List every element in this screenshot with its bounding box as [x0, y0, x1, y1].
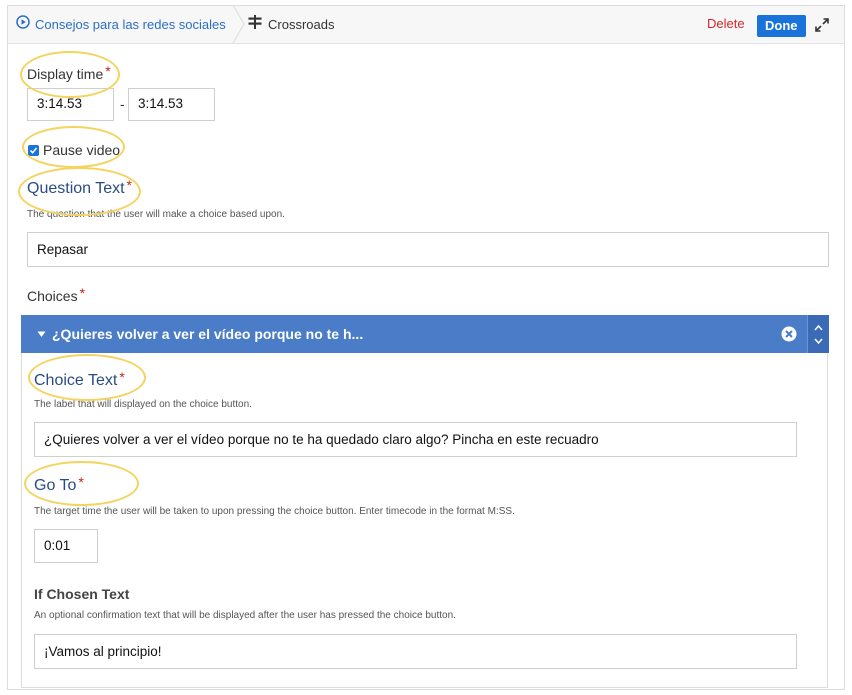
choice-text-description: The label that will displayed on the cho…	[34, 399, 252, 410]
question-text-input[interactable]: Repasar	[27, 232, 829, 267]
required-marker: *	[105, 63, 111, 79]
done-button[interactable]: Done	[757, 15, 806, 37]
breadcrumb-current-label: Crossroads	[268, 17, 335, 32]
breadcrumb-separator	[232, 5, 245, 43]
choice-text-input[interactable]: ¿Quieres volver a ver el vídeo porque no…	[34, 422, 797, 457]
breadcrumb-parent-label[interactable]: Consejos para las redes sociales	[35, 6, 226, 44]
choices-label-text: Choices	[27, 288, 78, 304]
checkbox-checked-icon	[29, 147, 38, 154]
breadcrumb-current: Crossroads	[248, 6, 334, 44]
display-time-label: Display time *	[27, 63, 111, 82]
display-time-label-text: Display time	[27, 66, 104, 82]
pause-video-checkbox[interactable]	[28, 145, 39, 156]
display-time-end-input[interactable]: 3:14.53	[128, 88, 215, 121]
go-to-description: The target time the user will be taken t…	[34, 506, 515, 517]
display-time-start-input[interactable]: 3:14.53	[27, 88, 114, 121]
editor-panel: Consejos para las redes sociales Crossro…	[7, 5, 845, 690]
choice-text-label-text: Choice Text	[34, 372, 118, 389]
choice-item-body: Choice Text * The label that will display…	[21, 353, 828, 688]
top-bar: Consejos para las redes sociales Crossro…	[8, 5, 844, 44]
signpost-icon	[248, 6, 262, 44]
go-to-label: Go To *	[34, 474, 84, 495]
caret-down-icon[interactable]	[37, 331, 46, 338]
choices-label: Choices *	[27, 285, 86, 304]
question-text-label-text: Question Text	[27, 180, 125, 197]
reorder-arrows-icon[interactable]	[807, 315, 829, 353]
required-marker: *	[119, 369, 125, 385]
delete-button[interactable]: Delete	[707, 16, 745, 31]
go-to-input[interactable]: 0:01	[34, 529, 98, 563]
display-time-separator: -	[120, 96, 125, 112]
go-to-label-text: Go To	[34, 477, 77, 494]
if-chosen-text-input[interactable]: ¡Vamos al principio!	[34, 634, 797, 669]
play-circle-icon	[16, 6, 30, 44]
required-marker: *	[79, 285, 86, 301]
choice-item-title-text: ¿Quieres volver a ver el vídeo porque no…	[52, 326, 364, 342]
question-text-description: The question that the user will make a c…	[27, 209, 285, 220]
required-marker: *	[78, 474, 84, 490]
pause-video-label[interactable]: Pause video	[43, 142, 120, 158]
remove-circle-icon[interactable]	[781, 326, 797, 342]
choice-text-label: Choice Text *	[34, 369, 125, 390]
if-chosen-text-label: If Chosen Text	[34, 586, 130, 602]
expand-icon[interactable]	[813, 16, 831, 34]
choice-item-header[interactable]: ¿Quieres volver a ver el vídeo porque no…	[21, 315, 829, 353]
question-text-label: Question Text *	[27, 177, 132, 198]
breadcrumb-parent[interactable]: Consejos para las redes sociales	[16, 6, 226, 44]
if-chosen-text-description: An optional confirmation text that will …	[34, 610, 456, 621]
required-marker: *	[126, 177, 132, 193]
choice-item-title[interactable]: ¿Quieres volver a ver el vídeo porque no…	[37, 315, 363, 353]
